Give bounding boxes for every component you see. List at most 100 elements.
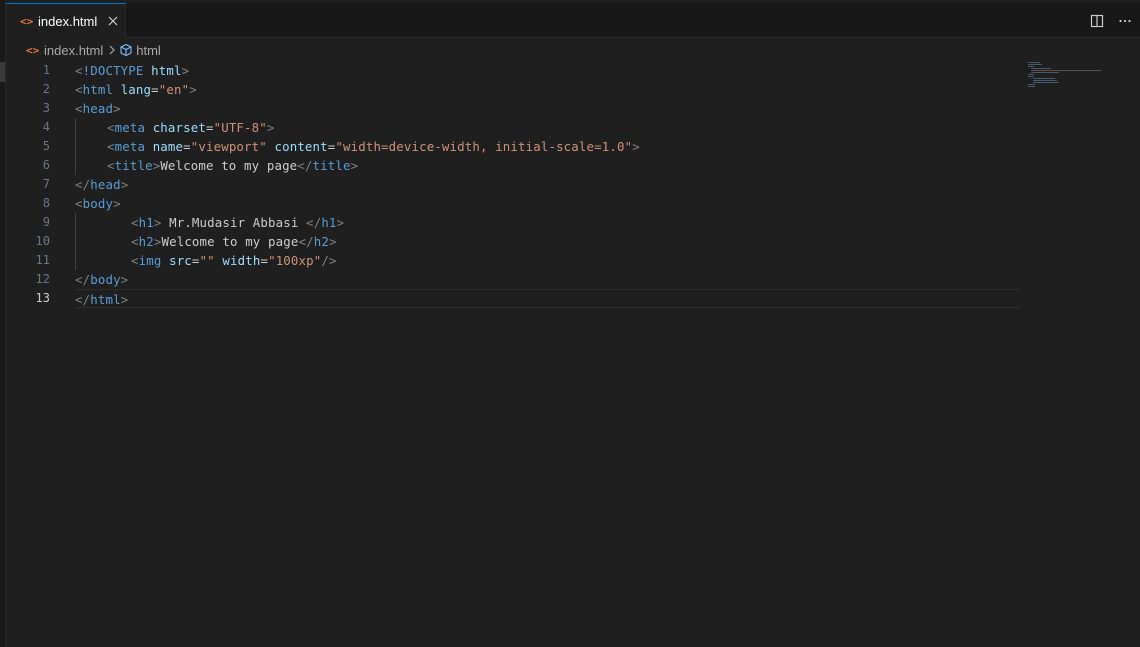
token-bracket: > bbox=[120, 272, 129, 287]
token-tag: !DOCTYPE bbox=[82, 63, 144, 78]
code-lines[interactable]: <!DOCTYPE html> <html lang="en"> <head> … bbox=[75, 61, 1020, 308]
indent-guide bbox=[75, 232, 76, 251]
line-number: 10 bbox=[35, 234, 50, 248]
token-bracket: > bbox=[113, 101, 121, 116]
activity-marker bbox=[0, 62, 5, 82]
token-bracket: > bbox=[632, 139, 640, 154]
code-line[interactable]: <h2>Welcome to my page</h2> bbox=[75, 232, 1020, 251]
token-string: "UTF-8" bbox=[213, 120, 267, 135]
token-bracket: < bbox=[131, 253, 139, 268]
indent-guide bbox=[75, 118, 76, 137]
token-text: Welcome to my page bbox=[161, 234, 299, 249]
line-number: 3 bbox=[42, 101, 50, 115]
line-number: 2 bbox=[42, 82, 50, 96]
token-attr: html bbox=[143, 63, 182, 78]
breadcrumb: <> index.html html bbox=[6, 39, 1140, 61]
minimap-line bbox=[1028, 84, 1035, 85]
symbol-cube-icon bbox=[119, 43, 133, 57]
minimap-line bbox=[1028, 62, 1040, 63]
code-line[interactable]: <meta name="viewport" content="width=dev… bbox=[75, 137, 1020, 156]
token-string: "en" bbox=[158, 82, 190, 97]
minimap-line bbox=[1033, 78, 1055, 79]
indent-guide bbox=[75, 156, 76, 175]
minimap-line bbox=[1031, 70, 1101, 71]
minimap-line bbox=[1033, 82, 1059, 83]
code-line[interactable]: <body> bbox=[75, 194, 1020, 213]
line-number: 6 bbox=[42, 158, 50, 172]
editor-window: <> index.html <> index.html html 1 2 3 4… bbox=[0, 0, 1140, 647]
tab-index-html[interactable]: <> index.html bbox=[6, 3, 126, 38]
html-file-icon: <> bbox=[26, 43, 40, 57]
line-number: 12 bbox=[35, 272, 50, 286]
token-eq: = bbox=[205, 120, 214, 135]
token-bracket: > bbox=[350, 158, 359, 173]
token-bracket: < bbox=[75, 196, 83, 211]
token-bracket: </ bbox=[75, 272, 91, 287]
token-string: "width=device-width, initial-scale=1.0" bbox=[335, 139, 633, 154]
line-number-active: 13 bbox=[35, 291, 50, 305]
code-line[interactable]: <meta charset="UTF-8"> bbox=[75, 118, 1020, 137]
token-bracket: < bbox=[107, 158, 115, 173]
line-number-gutter: 1 2 3 4 5 6 7 8 9 10 11 12 13 bbox=[6, 61, 50, 308]
line-number: 7 bbox=[42, 177, 50, 191]
minimap-line bbox=[1028, 66, 1034, 67]
token-bracket: > bbox=[120, 292, 129, 307]
code-line[interactable]: <!DOCTYPE html> bbox=[75, 61, 1020, 80]
token-bracket: </ bbox=[297, 158, 313, 173]
code-line[interactable]: <html lang="en"> bbox=[75, 80, 1020, 99]
token-tag: img bbox=[138, 253, 162, 268]
token-tag: meta bbox=[114, 139, 146, 154]
more-actions-icon[interactable] bbox=[1112, 8, 1138, 34]
code-line[interactable]: <h1> Mr.Mudasir Abbasi </h1> bbox=[75, 213, 1020, 232]
token-bracket: > bbox=[181, 63, 190, 78]
token-attr: src bbox=[161, 253, 192, 268]
line-number: 11 bbox=[35, 253, 50, 267]
token-tag: meta bbox=[114, 120, 146, 135]
token-bracket: < bbox=[107, 120, 115, 135]
code-line[interactable]: <title>Welcome to my page</title> bbox=[75, 156, 1020, 175]
minimap-line bbox=[1033, 80, 1057, 81]
line-number: 1 bbox=[42, 63, 50, 77]
minimap-line bbox=[1031, 72, 1059, 73]
token-bracket: > bbox=[336, 215, 345, 230]
token-tag: h1 bbox=[321, 215, 337, 230]
token-bracket: /> bbox=[321, 253, 337, 268]
token-eq: = bbox=[260, 253, 269, 268]
code-line[interactable]: <img src="" width="100xp"/> bbox=[75, 251, 1020, 270]
token-string: "" bbox=[199, 253, 215, 268]
split-editor-icon[interactable] bbox=[1084, 8, 1110, 34]
token-bracket: < bbox=[75, 63, 83, 78]
breadcrumb-file[interactable]: index.html bbox=[44, 43, 103, 58]
code-editor[interactable]: 1 2 3 4 5 6 7 8 9 10 11 12 13 <!DOCTYPE … bbox=[6, 61, 1140, 647]
token-tag: body bbox=[82, 196, 114, 211]
code-line[interactable]: </body> bbox=[75, 270, 1020, 289]
code-line[interactable]: </head> bbox=[75, 175, 1020, 194]
code-line[interactable]: <head> bbox=[75, 99, 1020, 118]
token-tag: head bbox=[82, 101, 114, 116]
minimap-line bbox=[1028, 64, 1042, 65]
minimap[interactable] bbox=[1026, 61, 1126, 101]
chevron-right-icon bbox=[108, 45, 116, 55]
line-number: 9 bbox=[42, 215, 50, 229]
token-tag: head bbox=[90, 177, 121, 192]
token-attr: lang bbox=[113, 82, 152, 97]
indent-guide bbox=[75, 251, 76, 270]
token-tag: body bbox=[90, 272, 121, 287]
minimap-line bbox=[1028, 86, 1035, 87]
token-bracket: < bbox=[131, 234, 139, 249]
code-line-current[interactable]: </html> bbox=[75, 289, 1020, 308]
token-eq: = bbox=[191, 253, 200, 268]
tab-label: index.html bbox=[38, 13, 98, 29]
tab-bar: <> index.html bbox=[6, 3, 1140, 38]
token-string: "viewport" bbox=[190, 139, 267, 154]
token-tag: h2 bbox=[313, 234, 329, 249]
html-file-icon: <> bbox=[20, 14, 34, 28]
token-attr: name bbox=[145, 139, 184, 154]
line-number: 5 bbox=[42, 139, 50, 153]
minimap-line bbox=[1028, 74, 1034, 75]
editor-actions bbox=[1084, 3, 1140, 38]
token-tag: html bbox=[90, 292, 121, 307]
breadcrumb-symbol[interactable]: html bbox=[136, 43, 161, 58]
token-bracket: > bbox=[189, 82, 197, 97]
close-icon[interactable] bbox=[106, 14, 120, 28]
